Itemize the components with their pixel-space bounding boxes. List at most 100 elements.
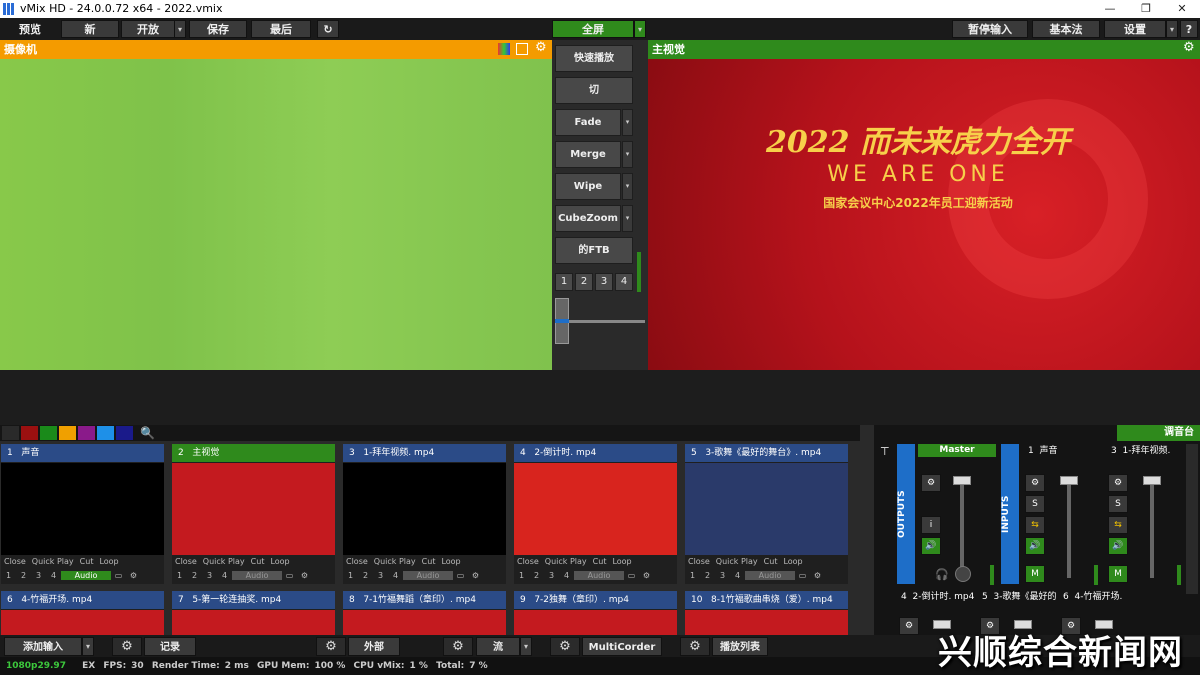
input-tile[interactable]: 8 7-1竹福舞蹈（章印）. mp4 [343, 591, 506, 635]
record-gear-icon[interactable]: ⚙ [112, 637, 142, 656]
volume-knob[interactable] [955, 566, 971, 582]
input-tile[interactable]: 2 主视觉 Close Quick Play Cut Loop 1 2 3 4 Audio ▭ ⚙ [172, 444, 335, 584]
close-button[interactable]: Close [688, 557, 710, 566]
monitor-icon[interactable]: ▭ [624, 571, 639, 580]
stream-dropdown-icon[interactable]: ▾ [520, 637, 532, 656]
audio-button[interactable]: Audio [61, 571, 111, 580]
audio-button[interactable]: Audio [403, 571, 453, 580]
fade-dropdown-icon[interactable]: ▾ [622, 109, 633, 136]
overlay-3-button[interactable]: 3 [202, 571, 217, 580]
gear-icon[interactable]: ⚙ [535, 40, 547, 55]
color-swatch[interactable] [116, 426, 133, 440]
overlay-4-button[interactable]: 4 [46, 571, 61, 580]
transition-1-button[interactable]: 1 [555, 273, 573, 291]
gear-icon[interactable]: ⚙ [126, 571, 141, 580]
overlay-3-button[interactable]: 3 [544, 571, 559, 580]
input-title[interactable]: 1 声音 [1, 444, 164, 462]
close-button[interactable]: ✕ [1164, 0, 1200, 18]
input-thumbnail[interactable] [172, 610, 335, 635]
monitor-icon[interactable]: ▭ [282, 571, 297, 580]
route-icon[interactable]: ⇆ [1108, 516, 1128, 534]
open-button[interactable]: 开放 [121, 20, 175, 38]
channel-gear-icon[interactable]: ⚙ [1025, 474, 1045, 492]
color-swatch[interactable] [2, 426, 19, 440]
channel-gear-icon[interactable]: ⚙ [1108, 474, 1128, 492]
route-icon[interactable]: ⇆ [1025, 516, 1045, 534]
input-thumbnail[interactable] [343, 610, 506, 635]
maximize-button[interactable]: ❐ [1128, 0, 1164, 18]
overlay-3-button[interactable]: 3 [31, 571, 46, 580]
master-info-button[interactable]: i [921, 516, 941, 534]
fullscreen-dropdown-icon[interactable]: ▾ [634, 20, 646, 38]
overlay-1-button[interactable]: 1 [172, 571, 187, 580]
overlay-4-button[interactable]: 4 [730, 571, 745, 580]
overlay-4-button[interactable]: 4 [559, 571, 574, 580]
input-tile[interactable]: 1 声音 Close Quick Play Cut Loop 1 2 3 4 Audio ▭ ⚙ [1, 444, 164, 584]
playlist-gear-icon[interactable]: ⚙ [680, 637, 710, 656]
multicorder-gear-icon[interactable]: ⚙ [550, 637, 580, 656]
input-tile[interactable]: 10 8-1竹福歌曲串烧（爱）. mp4 [685, 591, 848, 635]
input-thumbnail[interactable] [343, 463, 506, 555]
mixer-scrollbar[interactable] [1186, 444, 1198, 594]
color-swatch[interactable] [97, 426, 114, 440]
preview-tab[interactable]: 预览 [0, 20, 60, 38]
input-title[interactable]: 4 2-倒计时. mp4 [514, 444, 677, 462]
add-input-dropdown-icon[interactable]: ▾ [82, 637, 94, 656]
input-title[interactable]: 10 8-1竹福歌曲串烧（爱）. mp4 [685, 591, 848, 609]
quick-play-button[interactable]: Quick Play [203, 557, 245, 566]
input-tile[interactable]: 9 7-2独舞（章印）. mp4 [514, 591, 677, 635]
solo-button[interactable]: S [1025, 495, 1045, 513]
input-thumbnail[interactable] [685, 610, 848, 635]
master-speaker-icon[interactable]: 🔊 [921, 537, 941, 555]
cut-button[interactable]: Cut [593, 557, 607, 566]
overlay-3-button[interactable]: 3 [715, 571, 730, 580]
cut-button[interactable]: Cut [422, 557, 436, 566]
loop-button[interactable]: Loop [783, 557, 802, 566]
refresh-icon[interactable]: ↻ [317, 20, 339, 38]
monitor-icon[interactable]: ▭ [795, 571, 810, 580]
input-thumbnail[interactable] [514, 610, 677, 635]
loop-button[interactable]: Loop [270, 557, 289, 566]
settings-button[interactable]: 设置 [1104, 20, 1166, 38]
stream-gear-icon[interactable]: ⚙ [443, 637, 473, 656]
input-title[interactable]: 2 主视觉 [172, 444, 335, 462]
close-button[interactable]: Close [346, 557, 368, 566]
loop-button[interactable]: Loop [612, 557, 631, 566]
wipe-button[interactable]: Wipe [555, 173, 621, 200]
search-icon[interactable]: 🔍 [140, 426, 155, 440]
master-fader-knob[interactable] [953, 476, 971, 485]
audio-button[interactable]: Audio [574, 571, 624, 580]
input-title[interactable]: 6 4-竹福开场. mp4 [1, 591, 164, 609]
stream-button[interactable]: 流 [476, 637, 520, 656]
cut-button[interactable]: Cut [764, 557, 778, 566]
input-thumbnail[interactable] [1, 610, 164, 635]
input-tile[interactable]: 5 3-歌舞《最好的舞台》. mp4 Close Quick Play Cut Loop… [685, 444, 848, 584]
close-button[interactable]: Close [517, 557, 539, 566]
speaker-icon[interactable]: 🔊 [1108, 537, 1128, 555]
channel-gear-icon[interactable]: ⚙ [899, 617, 919, 635]
multicorder-button[interactable]: MultiCorder [582, 637, 662, 656]
fullscreen-button[interactable]: 全屏 [552, 20, 634, 38]
input-thumbnail[interactable] [1, 463, 164, 555]
overlay-1-button[interactable]: 1 [514, 571, 529, 580]
help-button[interactable]: ? [1180, 20, 1198, 38]
pin-icon[interactable]: ⊤ [880, 445, 890, 458]
overlay-2-button[interactable]: 2 [16, 571, 31, 580]
cut-button[interactable]: Cut [80, 557, 94, 566]
gear-icon[interactable]: ⚙ [639, 571, 654, 580]
settings-dropdown-icon[interactable]: ▾ [1166, 20, 1178, 38]
color-swatch[interactable] [78, 426, 95, 440]
input-title[interactable]: 7 5-第一轮连抽奖. mp4 [172, 591, 335, 609]
overlay-2-button[interactable]: 2 [187, 571, 202, 580]
color-swatch[interactable] [21, 426, 38, 440]
minimize-button[interactable]: — [1092, 0, 1128, 18]
wipe-dropdown-icon[interactable]: ▾ [622, 173, 633, 200]
new-button[interactable]: 新 [61, 20, 119, 38]
cut-button[interactable]: 切 [555, 77, 633, 104]
overlay-4-button[interactable]: 4 [388, 571, 403, 580]
input-tile[interactable]: 3 1-拜年视频. mp4 Close Quick Play Cut Loop 1 2 3 4 A… [343, 444, 506, 584]
gear-icon[interactable]: ⚙ [297, 571, 312, 580]
monitor-icon[interactable]: ▭ [453, 571, 468, 580]
audio-button[interactable]: Audio [232, 571, 282, 580]
transition-3-button[interactable]: 3 [595, 273, 613, 291]
